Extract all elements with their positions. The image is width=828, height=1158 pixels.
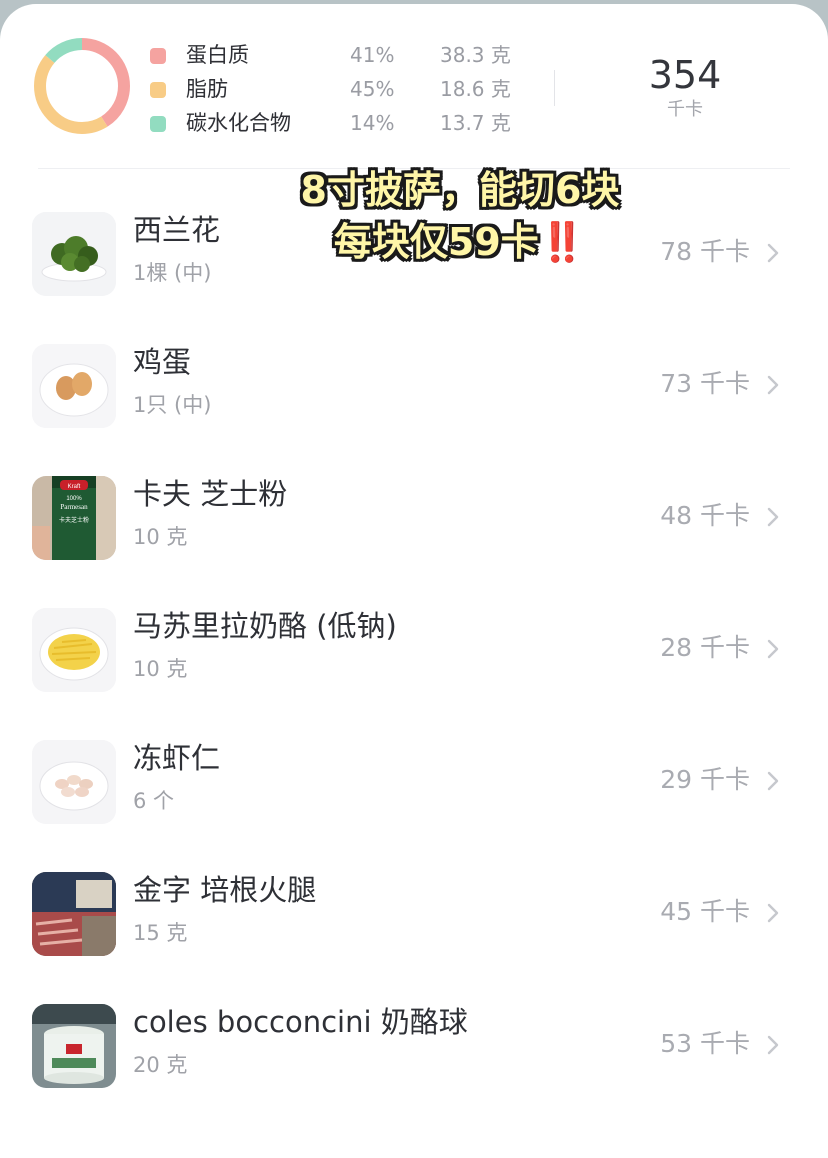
- bottle-percent-text: 100%: [66, 496, 82, 502]
- shrimp-image: [32, 740, 116, 824]
- macro-grams: 13.7 克: [440, 111, 511, 135]
- food-quantity: 10 克: [133, 525, 188, 549]
- food-calories: 28 千卡: [660, 633, 750, 662]
- food-calories: 73 千卡: [660, 369, 750, 398]
- bottle-product-text: Parmesan: [60, 503, 88, 511]
- chevron-right-icon: [767, 507, 779, 527]
- overlay-line-2-text: 每块仅59卡: [333, 220, 539, 264]
- food-name: 金字 培根火腿: [133, 873, 317, 907]
- food-quantity: 6 个: [133, 789, 175, 813]
- total-calories-unit: 千卡: [667, 99, 703, 120]
- food-name: 马苏里拉奶酪 (低钠): [133, 609, 397, 643]
- fat-color-dot: [150, 82, 166, 98]
- double-exclamation-icon: ‼️: [538, 220, 587, 264]
- protein-color-dot: [150, 48, 166, 64]
- food-quantity: 1棵 (中): [133, 261, 212, 285]
- nutrition-summary: 蛋白质 41% 38.3 克 脂肪 45% 18.6 克 碳水化合物 14% 1…: [0, 4, 828, 172]
- food-item-shrimp[interactable]: 冻虾仁 6 个 29 千卡: [0, 716, 828, 848]
- bottle-chinese-text: 卡夫芝士粉: [59, 516, 89, 524]
- macro-grams: 38.3 克: [440, 43, 511, 67]
- bacon-package-image: [32, 872, 116, 956]
- vertical-divider: [554, 70, 555, 106]
- food-quantity: 1只 (中): [133, 393, 212, 417]
- chevron-right-icon: [767, 903, 779, 923]
- food-list: 西兰花 1棵 (中) 78 千卡 鸡蛋 1只 (中) 73 千卡 Kraft 1…: [0, 188, 828, 1112]
- broccoli-image: [32, 212, 116, 296]
- macro-percent: 14%: [350, 111, 395, 135]
- chevron-right-icon: [767, 375, 779, 395]
- food-name: 西兰花: [133, 213, 221, 247]
- overlay-line-2: 每块仅59卡‼️: [250, 216, 670, 268]
- macro-percent: 45%: [350, 77, 395, 101]
- macro-row-fat: 脂肪 45% 18.6 克: [150, 74, 540, 104]
- food-item-bacon-ham[interactable]: 金字 培根火腿 15 克 45 千卡: [0, 848, 828, 980]
- overlay-line-1: 8寸披萨，能切6块: [300, 168, 620, 212]
- chevron-right-icon: [767, 771, 779, 791]
- macro-grams: 18.6 克: [440, 77, 511, 101]
- macro-row-carbs: 碳水化合物 14% 13.7 克: [150, 108, 540, 138]
- food-name: coles bocconcini 奶酪球: [133, 1005, 468, 1039]
- food-name: 冻虾仁: [133, 741, 221, 775]
- macro-name: 脂肪: [186, 77, 228, 101]
- macro-percent: 41%: [350, 43, 395, 67]
- bocconcini-tub-image: [32, 1004, 116, 1088]
- chevron-right-icon: [767, 1035, 779, 1055]
- food-quantity: 20 克: [133, 1053, 188, 1077]
- food-quantity: 15 克: [133, 921, 188, 945]
- food-item-kraft-parmesan[interactable]: Kraft 100% Parmesan 卡夫芝士粉 卡夫 芝士粉 10 克 48…: [0, 452, 828, 584]
- food-calories: 78 千卡: [660, 237, 750, 266]
- chevron-right-icon: [767, 243, 779, 263]
- overlay-caption: 8寸披萨，能切6块 每块仅59卡‼️: [250, 164, 670, 268]
- macro-donut-chart: [34, 38, 130, 134]
- parmesan-bottle-image: Kraft 100% Parmesan 卡夫芝士粉: [32, 476, 116, 560]
- food-calories: 29 千卡: [660, 765, 750, 794]
- carbs-color-dot: [150, 116, 166, 132]
- macro-name: 蛋白质: [186, 43, 249, 67]
- shredded-cheese-image: [32, 608, 116, 692]
- food-quantity: 10 克: [133, 657, 188, 681]
- food-calories: 53 千卡: [660, 1029, 750, 1058]
- food-item-egg[interactable]: 鸡蛋 1只 (中) 73 千卡: [0, 320, 828, 452]
- total-calories: 354: [648, 53, 722, 97]
- food-log-card: 蛋白质 41% 38.3 克 脂肪 45% 18.6 克 碳水化合物 14% 1…: [0, 4, 828, 1158]
- food-calories: 48 千卡: [660, 501, 750, 530]
- macro-name: 碳水化合物: [186, 111, 291, 135]
- food-item-mozzarella[interactable]: 马苏里拉奶酪 (低钠) 10 克 28 千卡: [0, 584, 828, 716]
- macro-row-protein: 蛋白质 41% 38.3 克: [150, 40, 540, 70]
- food-item-bocconcini[interactable]: coles bocconcini 奶酪球 20 克 53 千卡: [0, 980, 828, 1112]
- food-name: 鸡蛋: [133, 345, 192, 379]
- food-name: 卡夫 芝士粉: [133, 477, 288, 511]
- food-calories: 45 千卡: [660, 897, 750, 926]
- bottle-brand-text: Kraft: [68, 484, 81, 490]
- egg-image: [32, 344, 116, 428]
- chevron-right-icon: [767, 639, 779, 659]
